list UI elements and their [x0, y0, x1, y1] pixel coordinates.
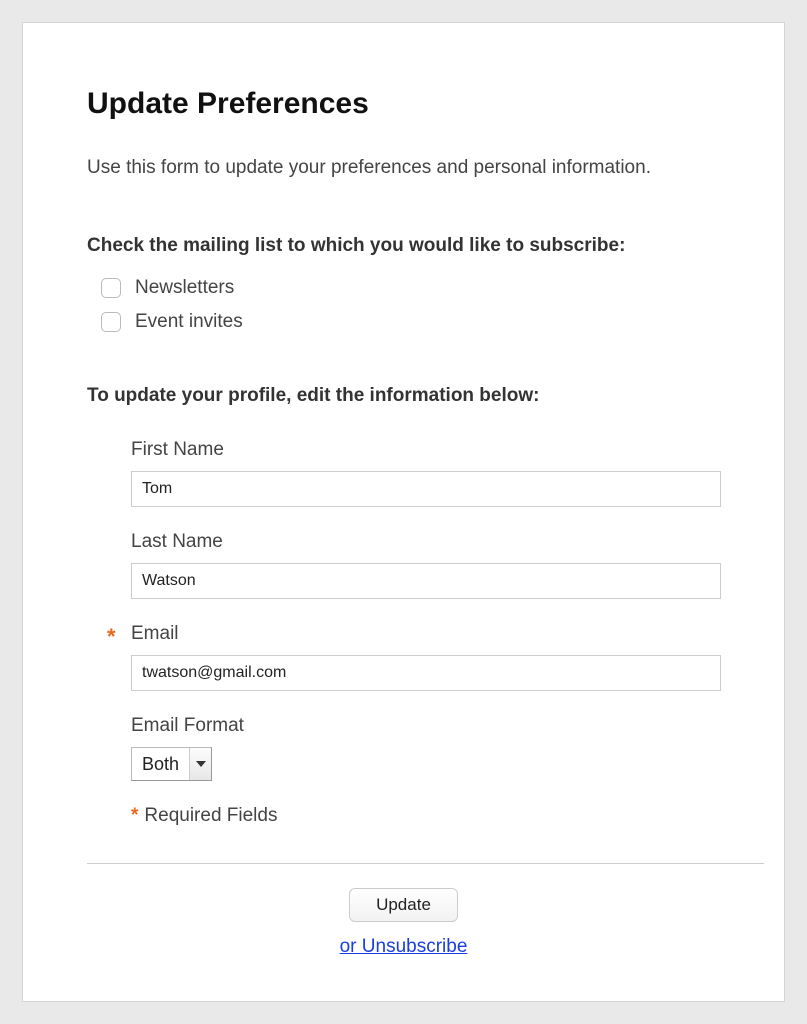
- mailing-section: Check the mailing list to which you woul…: [87, 235, 720, 333]
- first-name-label: First Name: [131, 439, 720, 461]
- legend-star-icon: *: [131, 805, 138, 826]
- newsletters-checkbox[interactable]: [101, 278, 121, 298]
- email-format-select[interactable]: Both: [131, 747, 212, 781]
- email-format-value: Both: [132, 748, 189, 780]
- required-legend: * Required Fields: [131, 805, 720, 827]
- event-invites-checkbox[interactable]: [101, 312, 121, 332]
- mailing-item-newsletters: Newsletters: [101, 277, 720, 299]
- profile-section: To update your profile, edit the informa…: [87, 385, 720, 958]
- email-field: * Email: [131, 623, 720, 691]
- last-name-input[interactable]: [131, 563, 721, 599]
- unsubscribe-link[interactable]: or Unsubscribe: [87, 936, 720, 958]
- profile-heading: To update your profile, edit the informa…: [87, 385, 720, 407]
- required-legend-text: Required Fields: [144, 805, 277, 826]
- intro-text: Use this form to update your preferences…: [87, 157, 720, 179]
- page-title: Update Preferences: [87, 87, 720, 121]
- last-name-field: Last Name: [131, 531, 720, 599]
- event-invites-label: Event invites: [135, 311, 243, 333]
- update-button[interactable]: Update: [349, 888, 458, 922]
- first-name-field: First Name: [131, 439, 720, 507]
- preferences-card: Update Preferences Use this form to upda…: [22, 22, 785, 1002]
- first-name-input[interactable]: [131, 471, 721, 507]
- email-format-field: Email Format Both: [131, 715, 720, 781]
- mailing-heading: Check the mailing list to which you woul…: [87, 235, 720, 257]
- newsletters-label: Newsletters: [135, 277, 234, 299]
- divider: [87, 863, 764, 864]
- mailing-item-event-invites: Event invites: [101, 311, 720, 333]
- form-footer: Update or Unsubscribe: [87, 888, 720, 958]
- email-label: Email: [131, 623, 720, 645]
- email-format-label: Email Format: [131, 715, 720, 737]
- required-star-icon: *: [107, 624, 116, 650]
- email-input[interactable]: [131, 655, 721, 691]
- chevron-down-icon: [189, 748, 211, 780]
- last-name-label: Last Name: [131, 531, 720, 553]
